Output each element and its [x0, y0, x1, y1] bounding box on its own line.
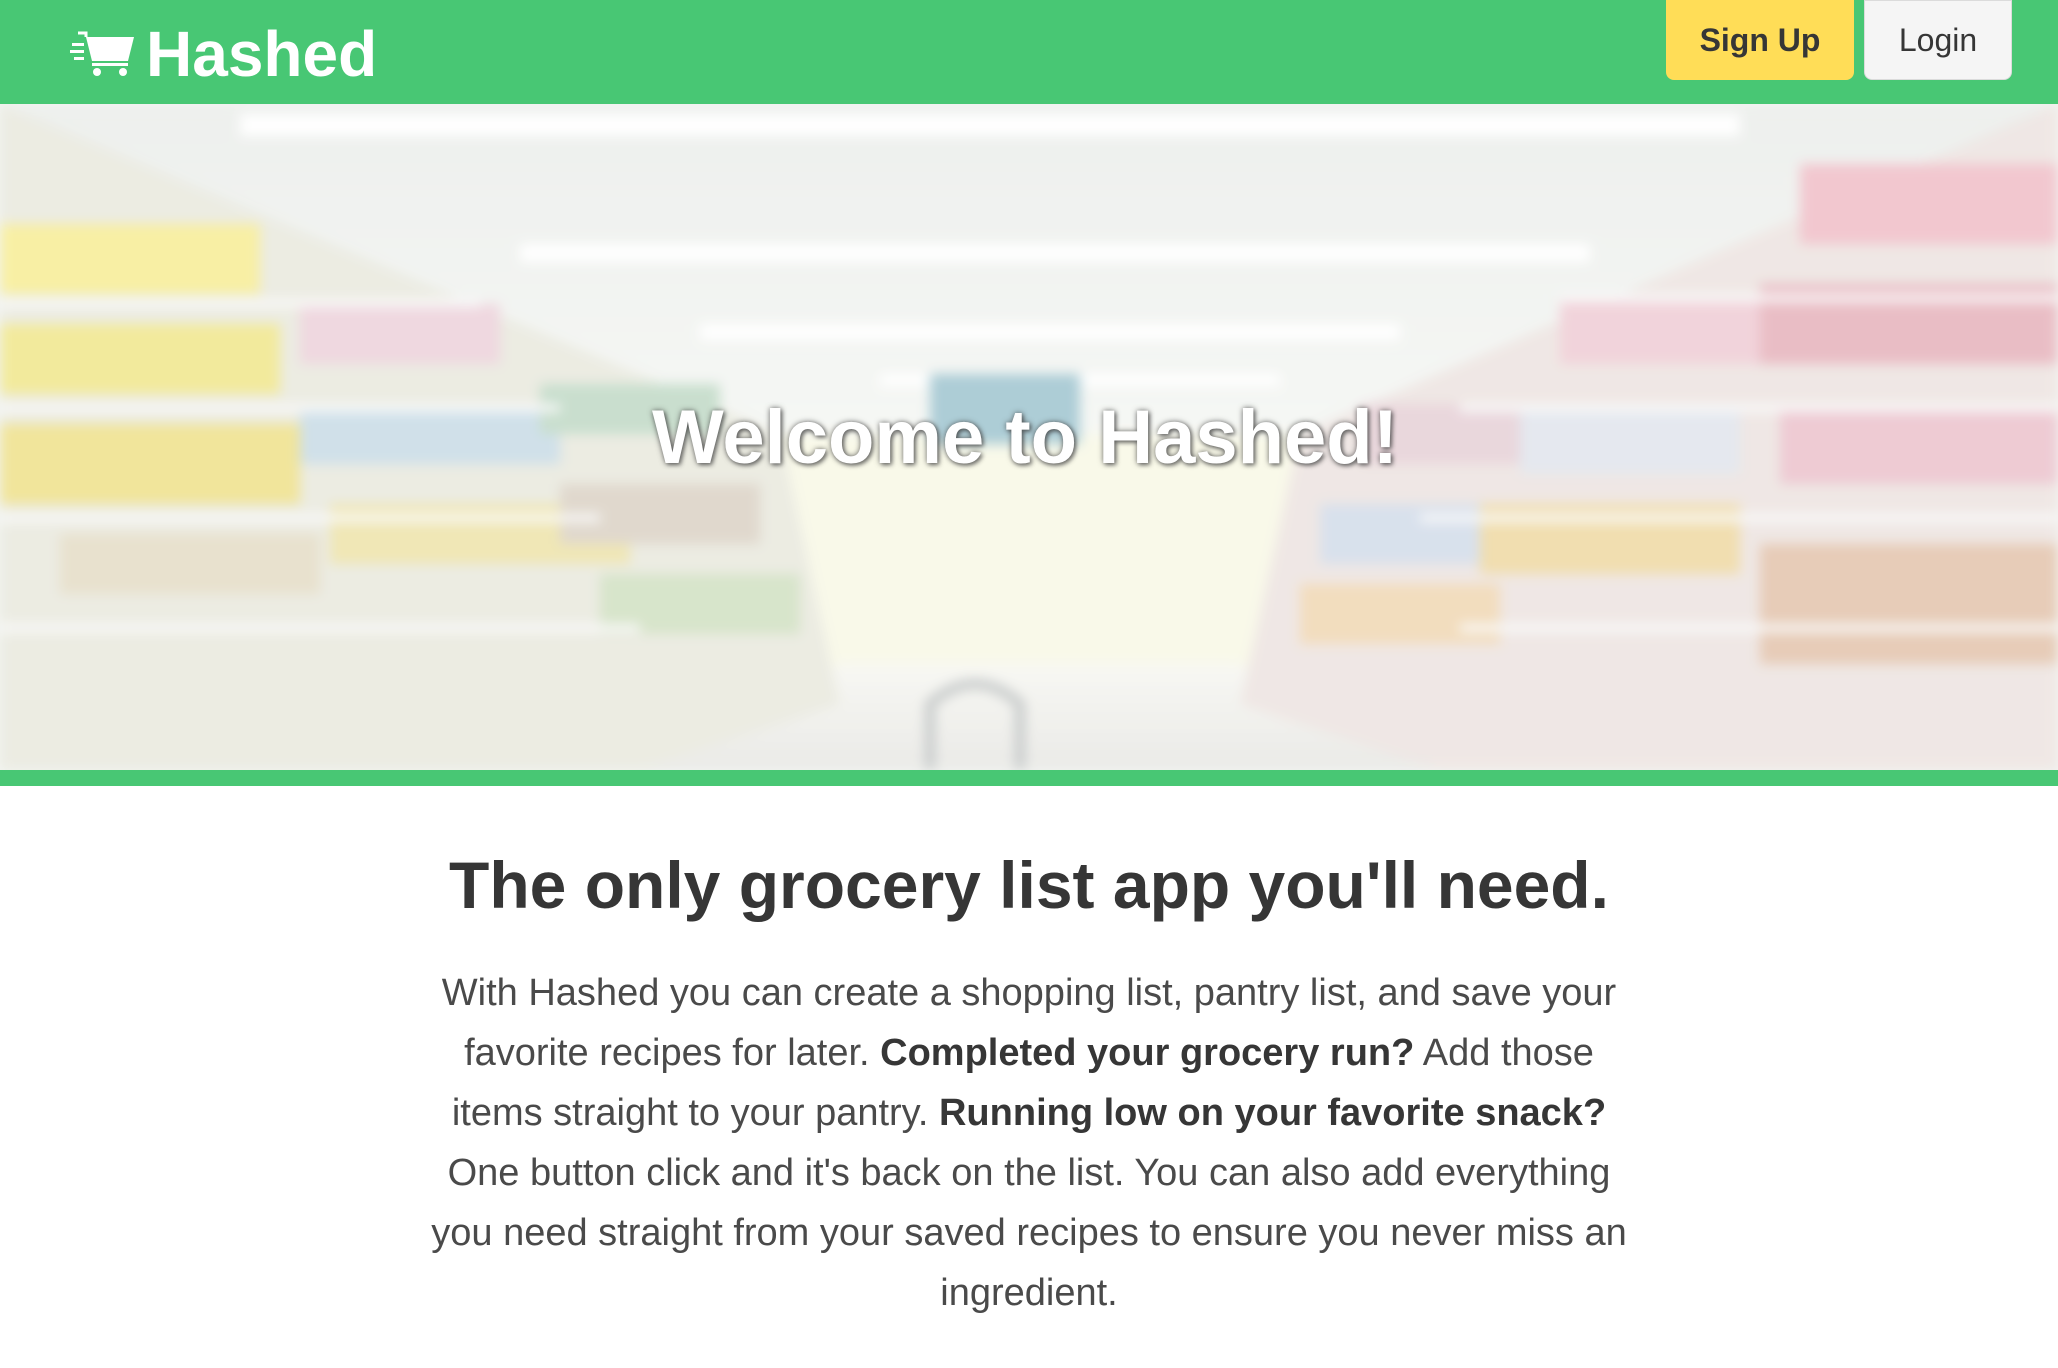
description-text-3: One button click and it's back on the li… [431, 1152, 1627, 1315]
main-content: The only grocery list app you'll need. W… [0, 786, 2058, 1323]
description-highlight-1: Completed your grocery run? [880, 1032, 1415, 1075]
description-highlight-2: Running low on your favorite snack? [938, 1092, 1607, 1135]
brand-name: Hashed [146, 18, 378, 90]
brand-logo[interactable]: Hashed [70, 14, 377, 94]
page-headline: The only grocery list app you'll need. [449, 848, 1609, 922]
shopping-cart-icon [70, 31, 134, 76]
app-description: With Hashed you can create a shopping li… [429, 963, 1629, 1323]
nav-buttons: Sign Up Login [1666, 0, 2012, 80]
navbar: Hashed Sign Up Login [0, 0, 2058, 104]
hero-banner: Welcome to Hashed! [0, 104, 2058, 770]
login-button[interactable]: Login [1864, 0, 2012, 80]
hero-title: Welcome to Hashed! [651, 395, 1399, 480]
hero-divider [0, 770, 2058, 786]
signup-button[interactable]: Sign Up [1666, 0, 1854, 80]
